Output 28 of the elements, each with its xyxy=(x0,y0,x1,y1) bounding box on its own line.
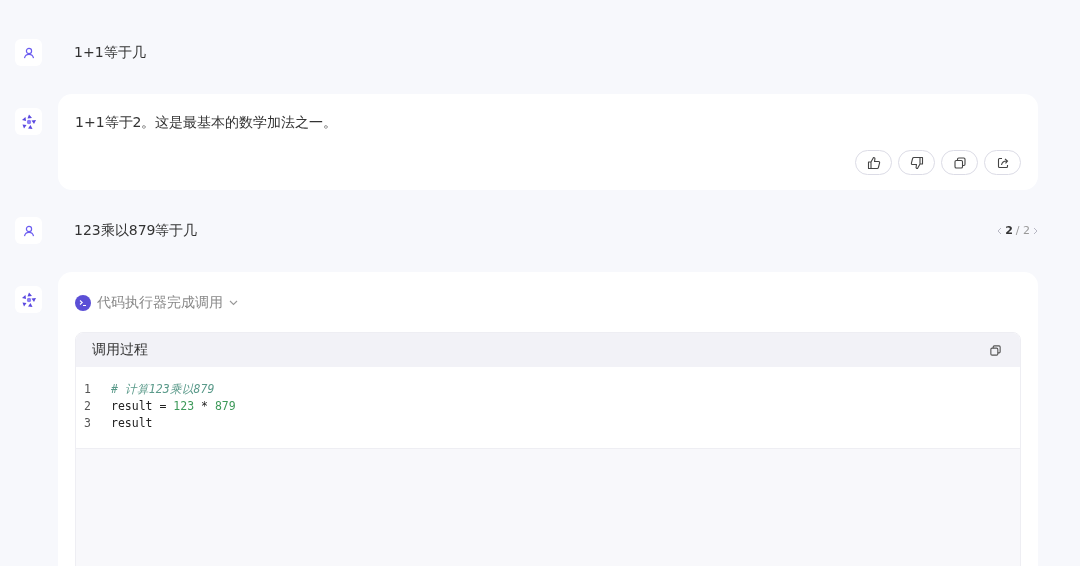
code-line: # 计算123乘以879 xyxy=(111,381,215,398)
copy-button[interactable] xyxy=(941,150,978,175)
user-message: 123乘以879等于几 xyxy=(74,221,199,240)
page-current: 2 xyxy=(1005,224,1013,237)
line-number: 1 xyxy=(84,381,92,398)
panel-title: 调用过程 xyxy=(92,341,148,359)
thumbs-up-icon xyxy=(866,155,881,170)
share-icon xyxy=(995,155,1010,170)
assistant-logo-icon xyxy=(15,108,42,135)
user-avatar-icon xyxy=(15,39,42,66)
code-line: result = 123 * 879 xyxy=(111,398,236,415)
tool-status: 代码执行器完成调用 xyxy=(97,294,223,312)
assistant-logo-icon xyxy=(15,286,42,313)
page-total: / 2 xyxy=(1015,224,1030,237)
share-button[interactable] xyxy=(984,150,1021,175)
code-line: result xyxy=(111,415,153,432)
copy-icon xyxy=(952,155,967,170)
line-number: 2 xyxy=(84,398,92,415)
chevron-down-icon[interactable] xyxy=(229,300,238,306)
thumbs-down-icon xyxy=(909,155,924,170)
line-number: 3 xyxy=(84,415,92,432)
like-button[interactable] xyxy=(855,150,892,175)
terminal-icon xyxy=(75,295,91,311)
copy-icon[interactable] xyxy=(989,343,1002,357)
assistant-message: 1+1等于2。这是最基本的数学加法之一。 xyxy=(75,114,339,132)
user-avatar-icon xyxy=(15,217,42,244)
user-message: 1+1等于几 xyxy=(74,43,147,62)
dislike-button[interactable] xyxy=(898,150,935,175)
